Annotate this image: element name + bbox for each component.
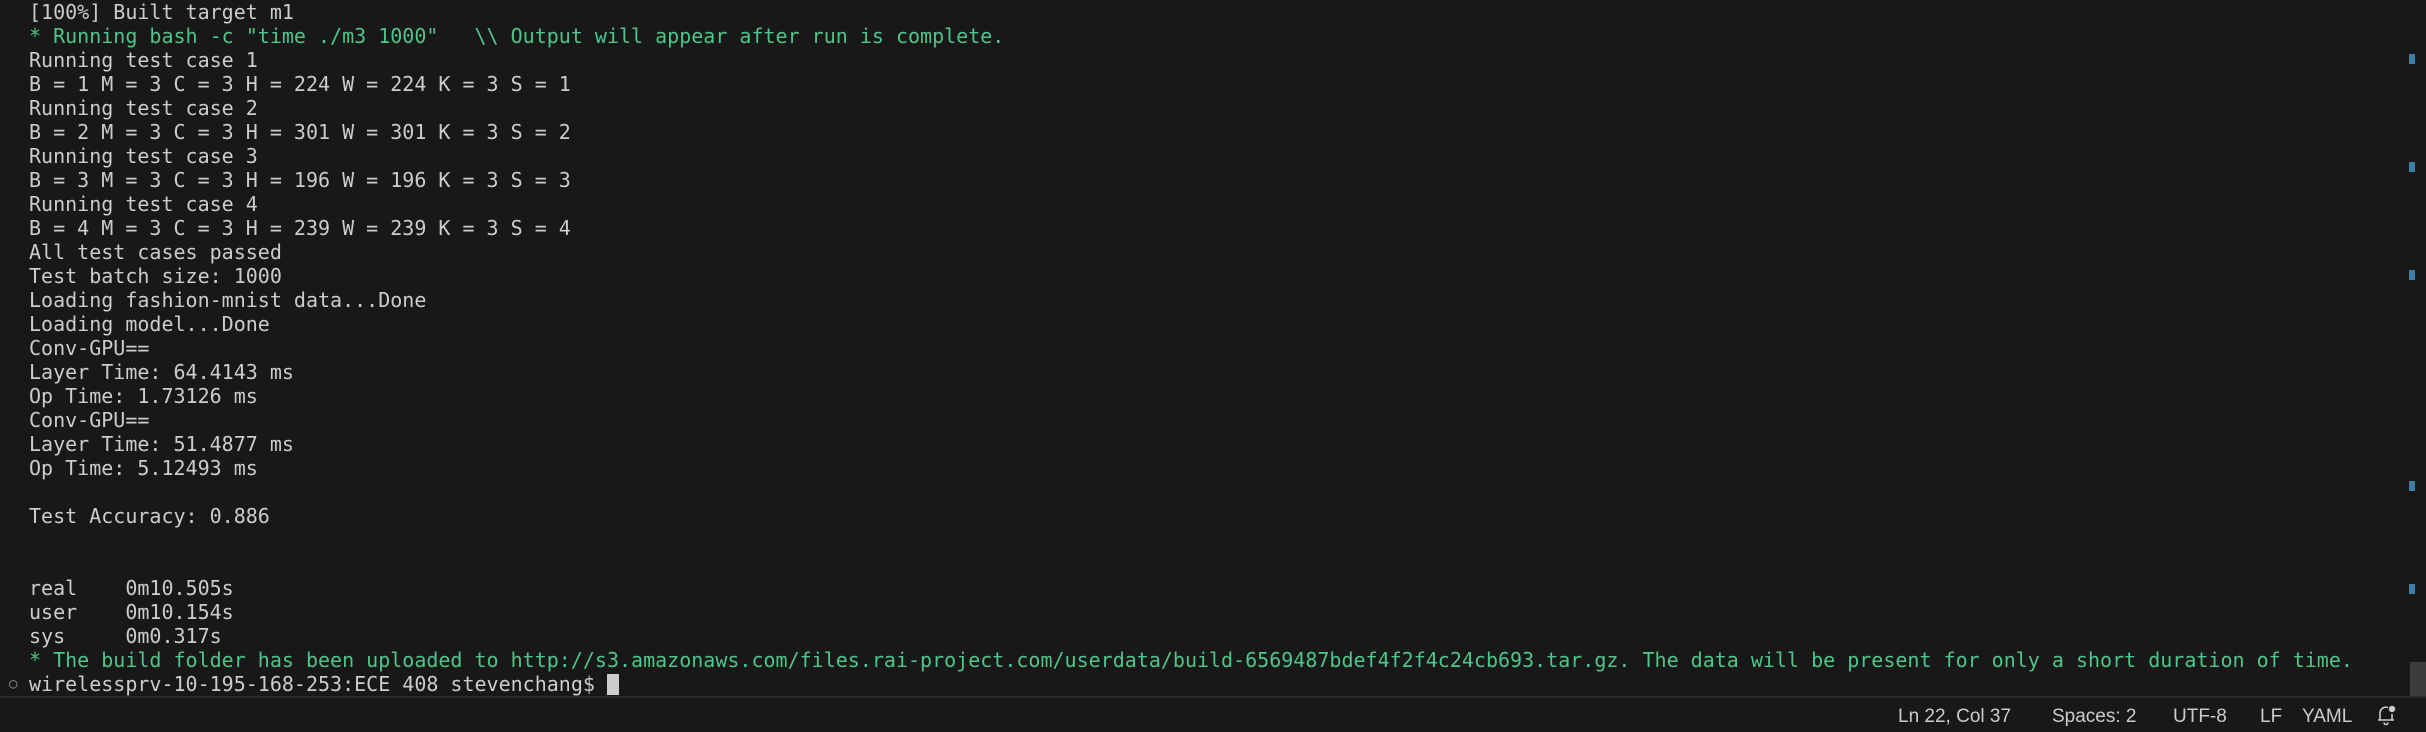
terminal-line: user 0m10.154s: [29, 600, 234, 624]
eol-setting[interactable]: LF: [2260, 706, 2282, 728]
scrollbar-thumb[interactable]: [2410, 662, 2426, 696]
scroll-marker: [2409, 270, 2415, 280]
status-bar: Ln 22, Col 37 Spaces: 2 UTF-8 LF YAML: [0, 696, 2426, 732]
terminal-line: Loading model...Done: [29, 312, 270, 336]
scroll-marker: [2409, 54, 2415, 64]
terminal-line: Op Time: 1.73126 ms: [29, 384, 258, 408]
terminal-line: Running test case 4: [29, 192, 258, 216]
scroll-marker: [2409, 481, 2415, 491]
terminal-line: Loading fashion-mnist data...Done: [29, 288, 427, 312]
terminal-cursor: [606, 674, 619, 695]
bell-dot-icon[interactable]: [2376, 704, 2396, 726]
terminal-line: Test batch size: 1000: [29, 264, 282, 288]
terminal-line: Layer Time: 64.4143 ms: [29, 360, 294, 384]
terminal-line: Test Accuracy: 0.886: [29, 504, 270, 528]
terminal-line: Running test case 1: [29, 48, 258, 72]
indentation-setting[interactable]: Spaces: 2: [2052, 706, 2137, 728]
terminal-line: B = 2 M = 3 C = 3 H = 301 W = 301 K = 3 …: [29, 120, 571, 144]
terminal-line: All test cases passed: [29, 240, 282, 264]
scroll-marker: [2409, 584, 2415, 594]
terminal-line: Running test case 2: [29, 96, 258, 120]
terminal-line: Conv-GPU==: [29, 336, 150, 360]
terminal-prompt-line[interactable]: wirelessprv-10-195-168-253:ECE 408 steve…: [29, 672, 619, 696]
terminal-line: real 0m10.505s: [29, 576, 234, 600]
shell-prompt: wirelessprv-10-195-168-253:ECE 408 steve…: [29, 672, 595, 696]
terminal-panel[interactable]: [100%] Built target m1 * Running bash -c …: [0, 0, 2426, 696]
encoding-setting[interactable]: UTF-8: [2173, 706, 2227, 728]
terminal-line: Running test case 3: [29, 144, 258, 168]
terminal-line: sys 0m0.317s: [29, 624, 222, 648]
terminal-line: B = 1 M = 3 C = 3 H = 224 W = 224 K = 3 …: [29, 72, 571, 96]
scroll-marker: [2409, 162, 2415, 172]
terminal-line: B = 3 M = 3 C = 3 H = 196 W = 196 K = 3 …: [29, 168, 571, 192]
circle-outline-icon: ○: [9, 676, 18, 692]
terminal-line: [100%] Built target m1: [29, 0, 294, 24]
terminal-line: Layer Time: 51.4877 ms: [29, 432, 294, 456]
language-mode[interactable]: YAML: [2302, 706, 2352, 728]
terminal-line: B = 4 M = 3 C = 3 H = 239 W = 239 K = 3 …: [29, 216, 571, 240]
cursor-position[interactable]: Ln 22, Col 37: [1898, 706, 2011, 728]
terminal-line: * Running bash -c "time ./m3 1000" \\ Ou…: [29, 24, 1005, 48]
terminal-line: Op Time: 5.12493 ms: [29, 456, 258, 480]
terminal-line: Conv-GPU==: [29, 408, 150, 432]
terminal-line: * The build folder has been uploaded to …: [29, 648, 2353, 672]
